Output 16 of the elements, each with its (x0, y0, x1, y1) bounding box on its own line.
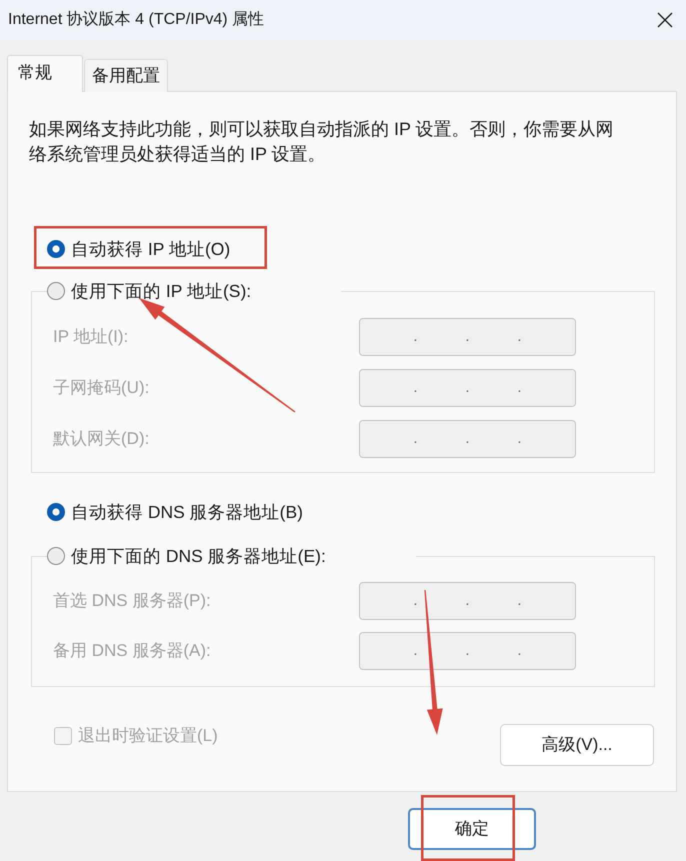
window-title: Internet 协议版本 4 (TCP/IPv4) 属性 (8, 10, 264, 30)
field-label: 备用 DNS 服务器(A): (53, 640, 212, 662)
field-label: 首选 DNS 服务器(P): (53, 590, 212, 612)
field-label: 默认网关(D): (53, 428, 150, 450)
ok-button[interactable]: 确定 (408, 808, 536, 850)
field-label: IP 地址(I): (53, 326, 130, 348)
tab[interactable]: 常规 (7, 55, 83, 92)
close-icon (657, 12, 673, 28)
advanced-button[interactable]: 高级(V)... (500, 724, 654, 766)
description-text: 如果网络支持此功能，则可以获取自动指派的 IP 设置。否则，你需要从网络系统管理员处获得适当的 IP 设置。 (29, 118, 615, 166)
radio-option[interactable]: 使用下面的 IP 地址(S): (47, 279, 252, 303)
field-label: 子网掩码(U): (53, 377, 150, 400)
radio-option[interactable]: 使用下面的 DNS 服务器地址(E): (47, 544, 326, 568)
radio-option[interactable]: 自动获得 IP 地址(O) (47, 237, 230, 261)
tab[interactable]: 备用配置 (84, 59, 168, 92)
radio-option[interactable]: 自动获得 DNS 服务器地址(B) (47, 500, 303, 524)
